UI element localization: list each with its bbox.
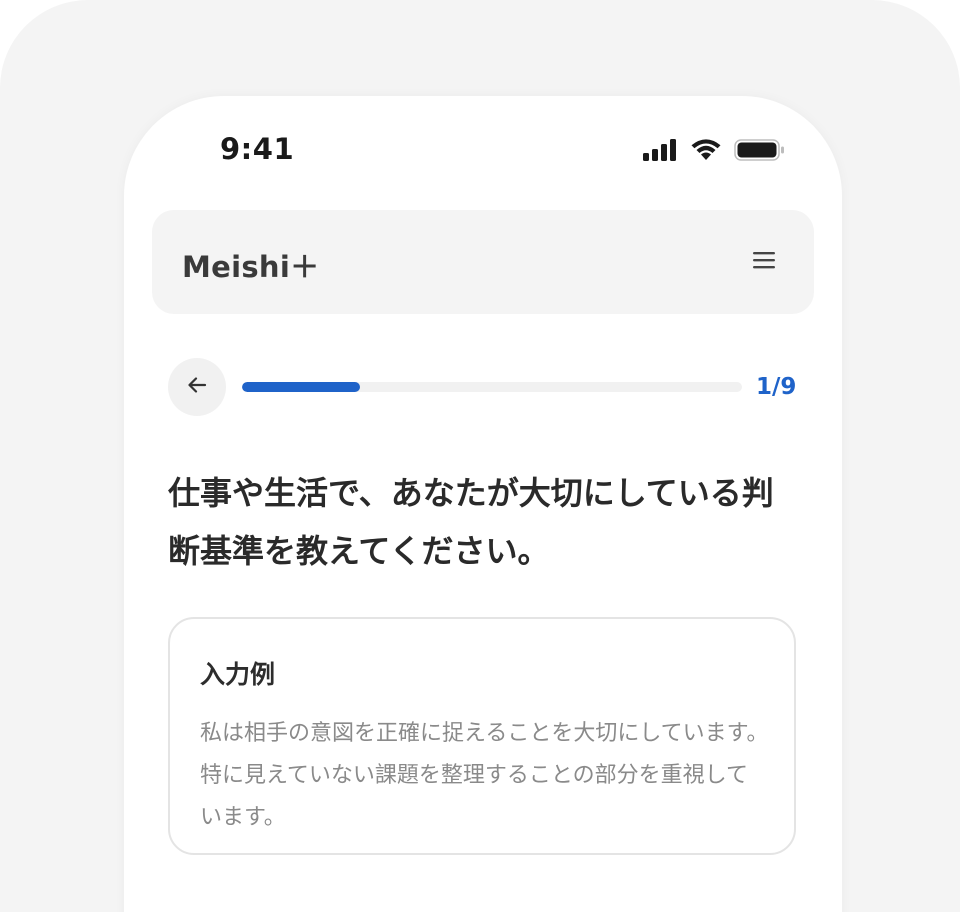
question-text: 仕事や生活で、あなたが大切にしている判断基準を教えてください。 (168, 474, 774, 570)
status-time: 9:41 (220, 132, 295, 166)
example-card: 入力例 私は相手の意図を正確に捉えることを大切にしています。特に見えていない課題… (168, 617, 796, 855)
arrow-left-icon (186, 374, 208, 400)
app-header: Meishi＋ (152, 210, 814, 314)
progress-count: 1/9 (756, 374, 797, 400)
phone-screen: 9:41 Meishi＋ 1/9 仕事や生活で、あなたが大切にしている判断基準を… (124, 96, 842, 912)
progress-bar-fill (242, 382, 361, 392)
example-body: 私は相手の意図を正確に捉えることを大切にしています。特に見えていない課題を整理す… (200, 721, 769, 830)
signal-icon (642, 138, 678, 162)
hamburger-menu-icon (752, 250, 776, 274)
app-logo[interactable]: Meishi＋ (182, 244, 319, 286)
battery-icon (734, 138, 786, 162)
status-icons (642, 138, 786, 162)
back-button[interactable] (168, 358, 226, 416)
example-title: 入力例 (200, 660, 276, 689)
menu-button[interactable] (744, 242, 784, 282)
wifi-icon (690, 138, 722, 162)
backdrop: 9:41 Meishi＋ 1/9 仕事や生活で、あなたが大切にしている判断基準を… (0, 0, 960, 912)
progress-bar (242, 382, 742, 392)
